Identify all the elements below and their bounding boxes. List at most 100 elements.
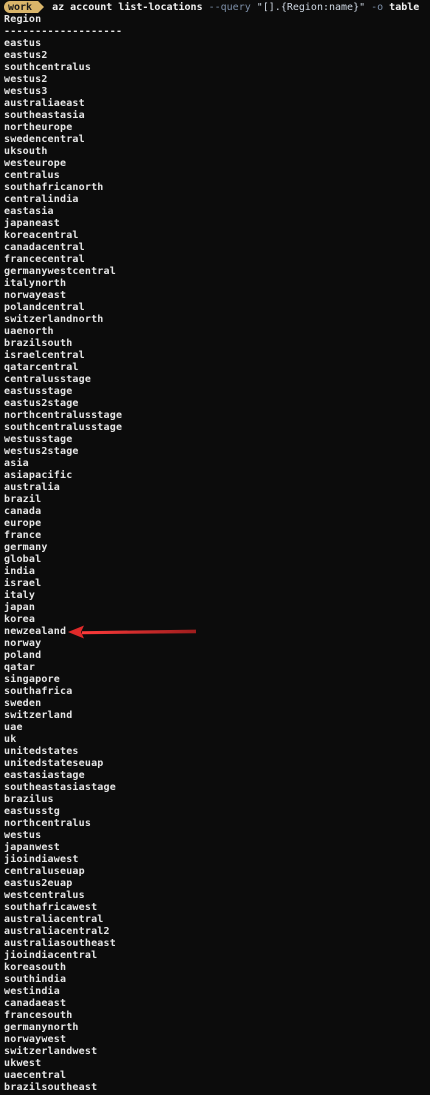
table-row: singapore xyxy=(4,674,60,685)
table-row: jioindiacentral xyxy=(4,950,98,961)
output-format: table xyxy=(389,1,420,13)
table-row: westindia xyxy=(4,986,60,997)
table-row: westcentralus xyxy=(4,890,85,901)
table-row: eastusstage xyxy=(4,386,73,397)
table-row: northcentralusstage xyxy=(4,410,123,421)
table-row: southafricawest xyxy=(4,902,98,913)
table-row: francecentral xyxy=(4,254,85,265)
command-arg-2: list-locations xyxy=(118,1,203,13)
table-row: westusstage xyxy=(4,434,73,445)
table-row: canadacentral xyxy=(4,242,85,253)
table-row: southeastasia xyxy=(4,110,85,121)
table-row: uksouth xyxy=(4,146,48,157)
table-row: germanywestcentral xyxy=(4,266,116,277)
table-row: eastus2stage xyxy=(4,398,79,409)
table-row: uae xyxy=(4,722,23,733)
table-row: eastus2euap xyxy=(4,878,73,889)
query-value: "[].{Region:name}" xyxy=(256,1,366,13)
table-row: australia xyxy=(4,482,60,493)
command-arg-1: account xyxy=(70,1,113,13)
table-row: australiaeast xyxy=(4,98,85,109)
table-row: switzerlandnorth xyxy=(4,314,104,325)
command-output: Region ------------------- eastus eastus2… xyxy=(4,14,424,1094)
table-row: westus2stage xyxy=(4,446,79,457)
table-row: switzerland xyxy=(4,710,73,721)
terminal-window[interactable]: work az account list-locations --query "… xyxy=(0,0,430,1095)
table-row: korea xyxy=(4,614,36,625)
table-row: germanynorth xyxy=(4,1022,79,1033)
table-row: southeastasiastage xyxy=(4,782,116,793)
table-row: switzerlandwest xyxy=(4,1046,98,1057)
table-row: newzealand xyxy=(4,626,67,637)
table-row: northeurope xyxy=(4,122,73,133)
table-row: unitedstates xyxy=(4,746,79,757)
table-row: uaecentral xyxy=(4,1070,67,1081)
table-row: canada xyxy=(4,506,42,517)
table-row: koreacentral xyxy=(4,230,79,241)
table-row: israelcentral xyxy=(4,350,85,361)
table-row: canadaeast xyxy=(4,998,67,1009)
table-row: centralindia xyxy=(4,194,79,205)
table-row: asia xyxy=(4,458,29,469)
table-row: asiapacific xyxy=(4,470,73,481)
table-row: westeurope xyxy=(4,158,67,169)
table-row: centraluseuap xyxy=(4,866,85,877)
table-row: india xyxy=(4,566,36,577)
table-row: brazilsoutheast xyxy=(4,1082,98,1093)
table-row: centralusstage xyxy=(4,374,92,385)
table-row: brazilus xyxy=(4,794,54,805)
table-row: northcentralus xyxy=(4,818,92,829)
table-row: australiasoutheast xyxy=(4,938,116,949)
table-row: japaneast xyxy=(4,218,60,229)
table-row: poland xyxy=(4,650,42,661)
table-row: france xyxy=(4,530,42,541)
table-row: westus xyxy=(4,830,42,841)
table-row: norwaywest xyxy=(4,1034,67,1045)
table-row: eastus2 xyxy=(4,50,48,61)
table-row: global xyxy=(4,554,42,565)
table-row: koreasouth xyxy=(4,962,67,973)
table-row: francesouth xyxy=(4,1010,73,1021)
table-row: unitedstateseuap xyxy=(4,758,104,769)
table-row: southafricanorth xyxy=(4,182,104,193)
table-row: jioindiawest xyxy=(4,854,79,865)
table-row: sweden xyxy=(4,698,42,709)
table-row: australiacentral xyxy=(4,914,104,925)
output-flag: -o xyxy=(371,1,384,13)
table-row: eastusstg xyxy=(4,806,60,817)
table-row: westus3 xyxy=(4,86,48,97)
table-row: southindia xyxy=(4,974,67,985)
table-row: eastasiastage xyxy=(4,770,85,781)
table-row: brazilsouth xyxy=(4,338,73,349)
table-row: uaenorth xyxy=(4,326,54,337)
table-row: israel xyxy=(4,578,42,589)
region-list: eastus eastus2 southcentralus westus2 westus… xyxy=(4,38,424,1094)
table-row: germany xyxy=(4,542,48,553)
table-row: japanwest xyxy=(4,842,60,853)
table-row: swedencentral xyxy=(4,134,85,145)
command-name: az xyxy=(52,1,65,13)
table-row: norway xyxy=(4,638,42,649)
table-header: Region xyxy=(4,14,42,25)
table-row: eastus xyxy=(4,38,42,49)
table-row: qatarcentral xyxy=(4,362,79,373)
table-row: centralus xyxy=(4,170,60,181)
table-separator: ------------------- xyxy=(4,26,123,37)
prompt-badge: work xyxy=(4,1,39,13)
table-row: brazil xyxy=(4,494,42,505)
table-row: southafrica xyxy=(4,686,73,697)
table-row: europe xyxy=(4,518,42,529)
prompt-arrow-icon xyxy=(38,1,45,13)
table-row: southcentralusstage xyxy=(4,422,123,433)
table-row: italy xyxy=(4,590,36,601)
table-row: norwayeast xyxy=(4,290,67,301)
table-row: italynorth xyxy=(4,278,67,289)
table-row: australiacentral2 xyxy=(4,926,110,937)
table-row: uk xyxy=(4,734,17,745)
query-flag: --query xyxy=(208,1,251,13)
table-row: japan xyxy=(4,602,36,613)
table-row: ukwest xyxy=(4,1058,42,1069)
prompt-line: work az account list-locations --query "… xyxy=(4,1,425,13)
table-row: qatar xyxy=(4,662,36,673)
table-row: polandcentral xyxy=(4,302,85,313)
